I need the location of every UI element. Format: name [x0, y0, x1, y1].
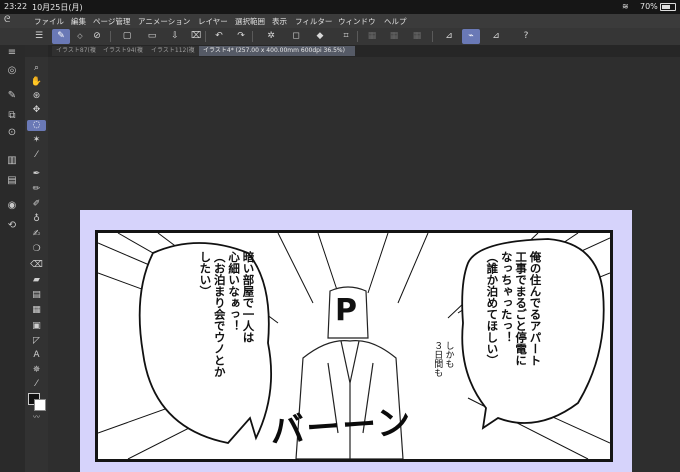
- new-file-icon[interactable]: ▢: [118, 29, 136, 44]
- hand-tool-icon[interactable]: ✋: [27, 77, 46, 88]
- text-tool-icon[interactable]: A: [27, 350, 46, 361]
- collapse-icon[interactable]: ≡: [1, 47, 23, 59]
- pen-tool-icon[interactable]: ✒: [27, 169, 46, 180]
- battery-icon: [660, 3, 676, 11]
- left-palette-bar: ≡ ◎ ✎ ⧉ ⊙ ▥ ▤ ◉ ⟲: [0, 45, 25, 472]
- brush-tool-icon[interactable]: ✐: [27, 199, 46, 210]
- menu-animation[interactable]: アニメーション: [138, 16, 190, 27]
- speech-bubble-right: 俺の住んでるアパート 工事でまるごと停電に なっちゃったっ！ （誰か泊めてほしい…: [485, 251, 543, 431]
- material-icon[interactable]: ▥: [1, 155, 23, 167]
- color-wheel-icon[interactable]: ◉: [1, 200, 23, 212]
- tool-palette-icon[interactable]: ◎: [1, 65, 23, 77]
- ruler-tool-icon[interactable]: ◸: [27, 336, 46, 347]
- note-line-1: しかも: [443, 341, 454, 368]
- app-logo-icon[interactable]: ᘓ: [4, 15, 10, 25]
- sound-effect: バーーン: [269, 402, 414, 452]
- transform-icon[interactable]: ✲: [262, 29, 280, 44]
- sub-color-swatch[interactable]: [34, 399, 46, 411]
- status-bar: 23:22 10月25日(月) ≋ 70%: [0, 0, 680, 14]
- document-tabs: イラスト87(複 イラスト94(複 イラスト112(複 イラスト4* (257.…: [48, 45, 680, 57]
- eraser-icon[interactable]: ◻: [287, 29, 305, 44]
- pencil-tool-icon[interactable]: ✏: [27, 184, 46, 195]
- menu-bar: ᘓ ファイル 編集 ページ管理 アニメーション レイヤー 選択範囲 表示 フィル…: [0, 14, 680, 28]
- brush-icon[interactable]: ✎: [1, 90, 23, 102]
- character-head-letter: P: [335, 293, 357, 328]
- undo-icon[interactable]: ↶: [210, 29, 228, 44]
- airbrush-tool-icon[interactable]: ♁: [27, 214, 46, 225]
- frame-tool-icon[interactable]: ▣: [27, 321, 46, 332]
- status-battery: 70%: [640, 2, 658, 11]
- move-tool-icon[interactable]: ✥: [27, 105, 46, 116]
- menu-file[interactable]: ファイル: [34, 16, 64, 27]
- fill-icon[interactable]: ◆: [311, 29, 329, 44]
- bubble-right-line-1: 俺の住んでるアパート: [528, 251, 543, 366]
- decoration-tool-icon[interactable]: ✍: [27, 229, 46, 240]
- bubble-left-line-1: 暗い部屋で一人は: [241, 251, 256, 343]
- menu-page[interactable]: ページ管理: [93, 16, 130, 27]
- tab-document-3[interactable]: イラスト112(複: [147, 46, 201, 56]
- crop-icon[interactable]: ⌗: [337, 29, 355, 44]
- ruler-icon[interactable]: ▦: [385, 29, 403, 44]
- help-icon[interactable]: ?: [517, 29, 535, 44]
- wifi-icon: ≋: [622, 2, 629, 11]
- speech-bubble-left: 暗い部屋で一人は 心細いなぁっ！ （お泊まり会でウノとか したい）: [198, 251, 256, 431]
- brush-settings-icon[interactable]: ⊿: [487, 29, 505, 44]
- menu-window[interactable]: ウィンドウ: [338, 16, 376, 27]
- eyedropper-icon[interactable]: ⁄: [27, 150, 46, 161]
- redo-icon[interactable]: ↷: [232, 29, 250, 44]
- bubble-left-line-3: （お泊まり会でウノとか: [212, 251, 227, 378]
- menu-icon[interactable]: ☰: [30, 29, 48, 44]
- menu-layer[interactable]: レイヤー: [198, 16, 228, 27]
- status-date: 10月25日(月): [32, 3, 83, 12]
- menu-view[interactable]: 表示: [272, 16, 287, 27]
- gallery-icon[interactable]: ▤: [1, 175, 23, 187]
- magic-wand-icon[interactable]: ✶: [27, 135, 46, 146]
- layer-icon[interactable]: ▦: [363, 29, 381, 44]
- note-line-2: ３日間も: [432, 341, 443, 377]
- menu-selection[interactable]: 選択範囲: [235, 16, 265, 27]
- layers-icon[interactable]: ⧉: [1, 110, 23, 122]
- transparent-color-icon[interactable]: 〰: [27, 412, 46, 423]
- fill-tool-icon[interactable]: ▰: [27, 275, 46, 286]
- status-time: 23:22: [4, 2, 28, 11]
- quick-access-icon[interactable]: ✎: [52, 29, 70, 44]
- clear-icon[interactable]: ⌧: [187, 29, 205, 44]
- ruler-alt-icon[interactable]: ▦: [408, 29, 426, 44]
- balloon-tool-icon[interactable]: ✵: [27, 365, 46, 376]
- command-bar: ☰ ✎ ◇ ⊘ ▢ ▭ ⇩ ⌧ ↶ ↷ ✲ ◻ ◆ ⌗ ▦ ▦ ▦ ⊿ ⌁ ⊿ …: [0, 28, 680, 45]
- bubble-right-line-2: 工事でまるごと停電に: [514, 251, 529, 366]
- blend-tool-icon[interactable]: ❍: [27, 244, 46, 255]
- tab-document-4[interactable]: イラスト4* (257.00 x 400.00mm 600dpi 36.5%): [199, 46, 355, 56]
- manga-panel[interactable]: 暗い部屋で一人は 心細いなぁっ！ （お泊まり会でウノとか したい） 俺の住んでる…: [95, 230, 613, 462]
- bubble-right-line-4: （誰か泊めてほしい）: [485, 251, 500, 366]
- figure-tool-icon[interactable]: ▦: [27, 305, 46, 316]
- zoom-tool-icon[interactable]: ⌕: [27, 63, 46, 74]
- selection-tool-icon[interactable]: ◌: [27, 120, 46, 131]
- menu-help[interactable]: ヘルプ: [384, 16, 407, 27]
- correct-line-tool-icon[interactable]: ⁄: [27, 379, 46, 390]
- handwritten-note: しかも ３日間も: [431, 341, 454, 431]
- menu-filter[interactable]: フィルター: [295, 16, 332, 27]
- chevron-icon[interactable]: ◇: [71, 29, 89, 44]
- tab-document-1[interactable]: イラスト87(複: [52, 46, 101, 56]
- open-folder-icon[interactable]: ▭: [143, 29, 161, 44]
- tool-palette: ⌕ ✋ ⊛ ✥ ◌ ✶ ⁄ ✒ ✏ ✐ ♁ ✍ ❍ ⌫ ▰ ▤ ▦ ▣ ◸ A …: [25, 57, 48, 472]
- menu-edit[interactable]: 編集: [71, 16, 86, 27]
- history-icon[interactable]: ⟲: [1, 220, 23, 232]
- pen-pressure-icon[interactable]: ⊿: [440, 29, 458, 44]
- bubble-left-line-4: したい）: [198, 251, 213, 297]
- eraser-tool-icon[interactable]: ⌫: [27, 260, 46, 271]
- navigator-icon[interactable]: ⊙: [1, 127, 23, 139]
- pen-icon[interactable]: ⊘: [88, 29, 106, 44]
- pen-alt-icon[interactable]: ⌁: [462, 29, 480, 44]
- bubble-right-line-3: なっちゃったっ！: [499, 251, 514, 343]
- bubble-left-line-2: 心細いなぁっ！: [227, 251, 242, 332]
- gradient-tool-icon[interactable]: ▤: [27, 290, 46, 301]
- tab-document-2[interactable]: イラスト94(複: [99, 46, 149, 56]
- save-icon[interactable]: ⇩: [166, 29, 184, 44]
- rotate-tool-icon[interactable]: ⊛: [27, 91, 46, 102]
